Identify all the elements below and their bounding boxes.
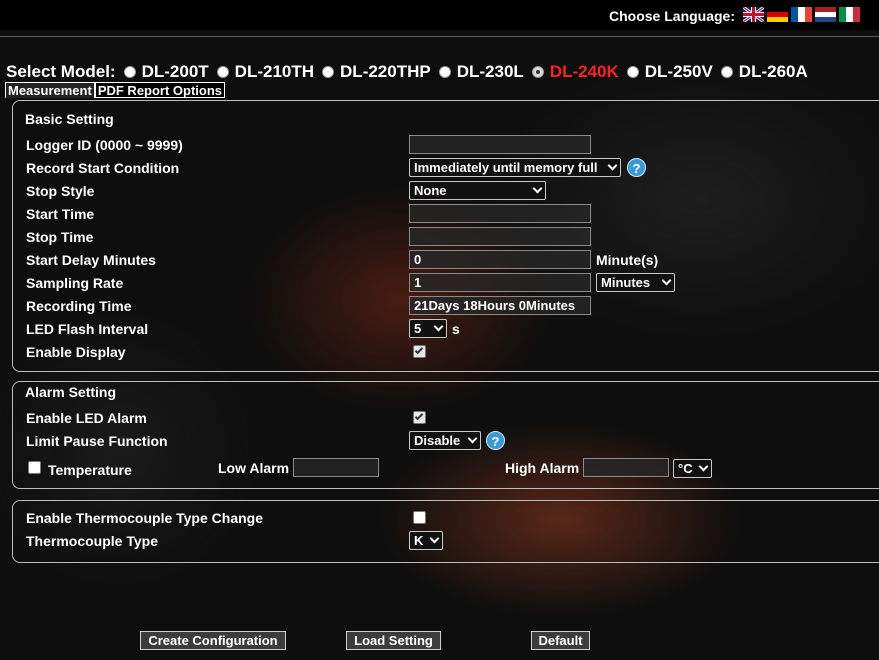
high-alarm-label: High Alarm [505,460,580,476]
start-delay-unit: Minute(s) [596,252,659,268]
model-option-dl-250v[interactable]: DL-250V [626,62,713,82]
enable-display-checkbox[interactable] [413,345,426,358]
start-delay-minutes-label: Start Delay Minutes [26,252,156,268]
help-icon[interactable]: ? [627,158,646,177]
model-option-dl-260a[interactable]: DL-260A [720,62,808,82]
header-divider [0,36,879,37]
chevron-down-icon [429,533,440,544]
chevron-down-icon [607,160,618,171]
help-icon[interactable]: ? [486,431,505,450]
model-selector: Select Model: DL-200T DL-210TH DL-220THP… [6,62,816,82]
tab-bar: Measurement PDF Report Options [5,82,226,98]
radio-icon[interactable] [438,66,451,78]
thermocouple-type-select[interactable]: K [409,531,443,550]
radio-selected-icon[interactable] [531,66,544,78]
radio-icon[interactable] [720,66,733,78]
flag-netherlands-icon[interactable] [815,7,836,22]
stop-style-select[interactable]: None [409,181,546,200]
limit-pause-function-select[interactable]: Disable [409,431,481,450]
stop-time-input[interactable] [409,227,591,246]
tab-pdf-report-options[interactable]: PDF Report Options [94,82,226,98]
limit-pause-function-label: Limit Pause Function [26,433,168,449]
led-flash-interval-select[interactable]: 5 [409,319,447,338]
stop-style-label: Stop Style [26,183,95,199]
enable-thermocouple-type-change-checkbox[interactable] [413,511,426,524]
start-time-label: Start Time [26,206,95,222]
load-setting-button[interactable]: Load Setting [346,631,441,650]
radio-icon[interactable] [626,66,639,78]
radio-icon[interactable] [322,66,335,78]
temperature-label: Temperature [48,462,132,478]
led-flash-unit: s [452,321,460,337]
sampling-rate-label: Sampling Rate [26,275,124,291]
start-time-input[interactable] [409,204,591,223]
checkmark-icon [414,411,424,421]
enable-led-alarm-label: Enable LED Alarm [26,410,147,426]
enable-thermocouple-type-change-label: Enable Thermocouple Type Change [26,510,264,526]
logger-id-label: Logger ID (0000 ~ 9999) [26,137,183,153]
record-start-condition-label: Record Start Condition [26,160,180,176]
default-button[interactable]: Default [531,631,590,650]
top-bar: Choose Language: [0,0,879,30]
start-delay-minutes-input[interactable]: 0 [409,250,591,269]
model-option-dl-230l[interactable]: DL-230L [438,62,524,82]
chevron-down-icon [433,321,444,332]
chevron-down-icon [661,275,672,286]
thermocouple-type-label: Thermocouple Type [26,533,158,549]
flag-germany-icon[interactable] [767,7,788,22]
chevron-down-icon [698,461,709,472]
recording-time-value: 21Days 18Hours 0Minutes [409,296,591,315]
flag-italy-icon[interactable] [839,7,860,22]
chevron-down-icon [532,183,543,194]
select-model-label: Select Model: [6,62,116,81]
choose-language-label: Choose Language: [609,8,736,24]
checkmark-icon [414,345,424,355]
high-alarm-input[interactable] [583,458,669,477]
recording-time-label: Recording Time [26,298,132,314]
temperature-unit-select[interactable]: °C [673,459,712,478]
model-option-dl-220thp[interactable]: DL-220THP [322,62,431,82]
stop-time-label: Stop Time [26,229,94,245]
tab-measurement[interactable]: Measurement [5,82,95,98]
logger-id-input[interactable] [409,135,591,154]
radio-icon[interactable] [123,66,136,78]
alarm-setting-title: Alarm Setting [25,384,117,400]
model-option-dl-240k[interactable]: DL-240K [531,62,619,82]
enable-led-alarm-checkbox[interactable] [413,411,426,424]
flag-uk-icon[interactable] [743,7,764,22]
led-flash-interval-label: LED Flash Interval [26,321,149,337]
chevron-down-icon [467,433,478,444]
temperature-checkbox[interactable] [28,461,41,474]
model-option-dl-210th[interactable]: DL-210TH [216,62,314,82]
radio-icon[interactable] [216,66,229,78]
record-start-condition-select[interactable]: Immediately until memory full [409,158,621,177]
enable-display-label: Enable Display [26,344,126,360]
create-configuration-button[interactable]: Create Configuration [140,631,286,650]
sampling-rate-unit-select[interactable]: Minutes [596,273,675,292]
low-alarm-input[interactable] [293,458,379,477]
basic-setting-title: Basic Setting [25,111,114,127]
model-option-dl-200t[interactable]: DL-200T [123,62,209,82]
low-alarm-label: Low Alarm [218,460,290,476]
flag-france-icon[interactable] [791,7,812,22]
language-flags [743,7,860,22]
sampling-rate-input[interactable]: 1 [409,273,591,292]
